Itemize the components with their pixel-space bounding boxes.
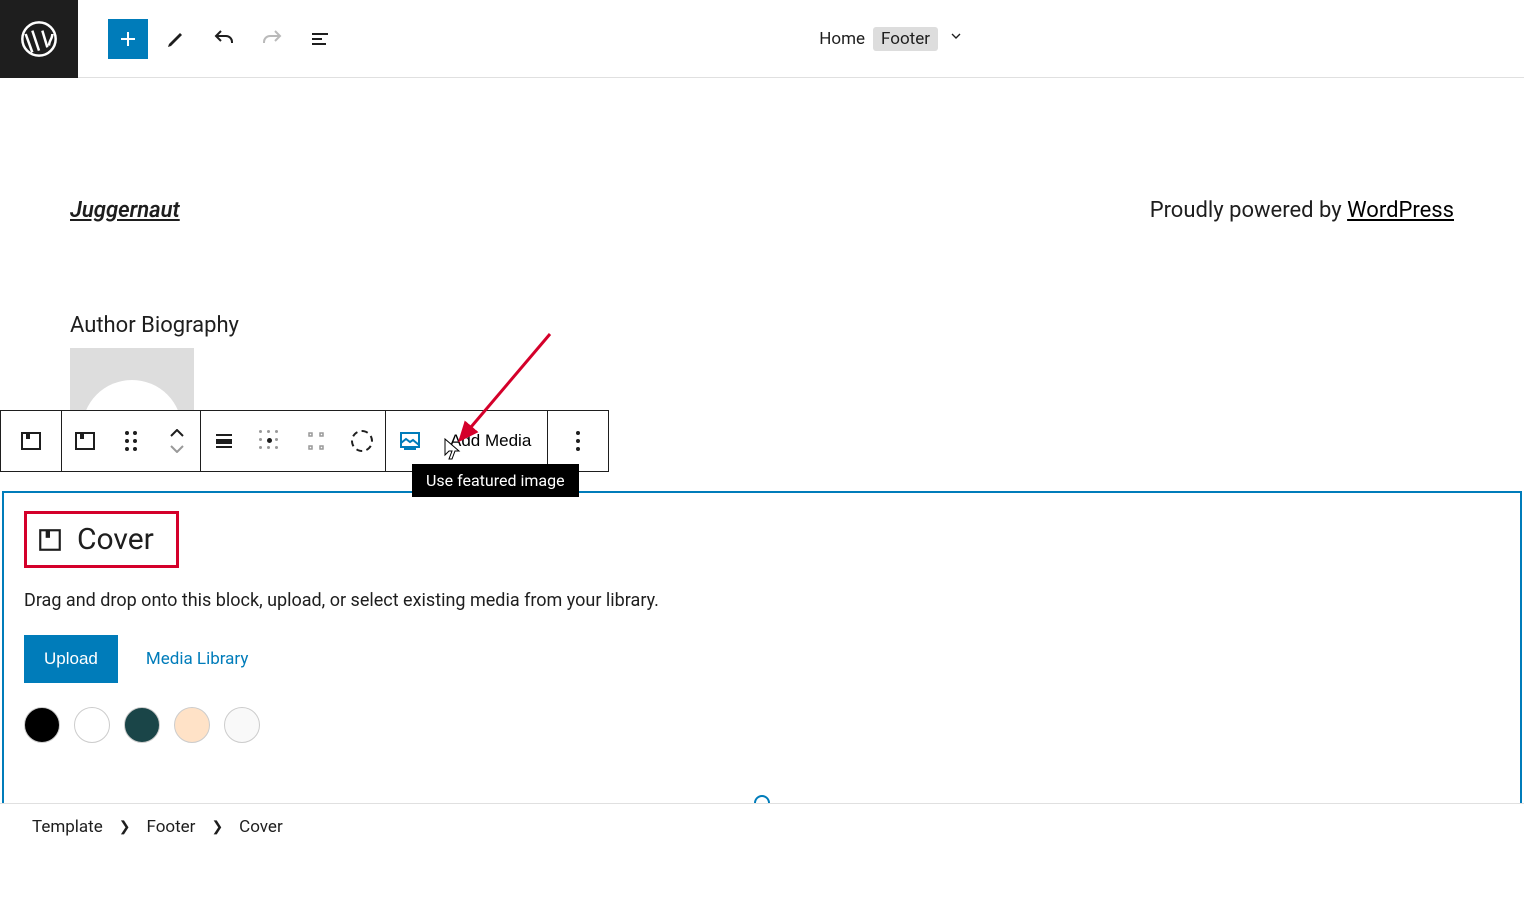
- pencil-icon: [164, 27, 188, 51]
- template-part-badge[interactable]: Footer: [873, 27, 938, 51]
- powered-by-text: Proudly powered by WordPress: [1150, 198, 1454, 223]
- cover-block-placeholder[interactable]: Cover Drag and drop onto this block, upl…: [2, 491, 1522, 803]
- move-arrows-icon: [170, 429, 184, 453]
- breadcrumb-bar: Template ❯ Footer ❯ Cover: [0, 803, 1524, 849]
- align-icon: [212, 429, 236, 453]
- breadcrumb-template[interactable]: Template: [32, 817, 103, 837]
- position-grid-icon: [259, 430, 281, 452]
- author-avatar-placeholder[interactable]: [70, 348, 194, 414]
- redo-icon: [260, 27, 284, 51]
- cover-block-header: Cover: [24, 511, 179, 568]
- drag-icon: [125, 431, 138, 452]
- color-swatch-light[interactable]: [224, 707, 260, 743]
- wordpress-link[interactable]: WordPress: [1347, 198, 1454, 223]
- home-label[interactable]: Home: [819, 29, 865, 49]
- more-options-button[interactable]: [548, 411, 608, 471]
- site-title-link[interactable]: Juggernaut: [70, 198, 180, 223]
- breadcrumb-cover[interactable]: Cover: [239, 817, 283, 837]
- move-up-down-button[interactable]: [154, 411, 200, 471]
- cover-icon: [73, 429, 97, 453]
- use-featured-image-button[interactable]: [386, 411, 434, 471]
- block-toolbar: Add Media: [0, 410, 609, 472]
- toolbar-right: Home Footer: [819, 27, 1524, 51]
- color-swatch-white[interactable]: [74, 707, 110, 743]
- list-view-button[interactable]: [300, 19, 340, 59]
- wordpress-icon: [19, 19, 59, 59]
- color-swatches: [24, 707, 1500, 743]
- full-height-icon: [304, 429, 328, 453]
- top-toolbar: Home Footer: [0, 0, 1524, 78]
- list-view-icon: [308, 27, 332, 51]
- cover-block-description: Drag and drop onto this block, upload, o…: [24, 590, 1500, 611]
- breadcrumb-separator: ❯: [211, 819, 223, 835]
- undo-button[interactable]: [204, 19, 244, 59]
- featured-image-icon: [398, 429, 422, 453]
- undo-icon: [212, 27, 236, 51]
- color-swatch-black[interactable]: [24, 707, 60, 743]
- redo-button[interactable]: [252, 19, 292, 59]
- wordpress-logo[interactable]: [0, 0, 78, 78]
- chevron-down-icon[interactable]: [948, 28, 964, 49]
- duotone-button[interactable]: [339, 411, 385, 471]
- block-type-button[interactable]: [62, 411, 108, 471]
- breadcrumb-footer[interactable]: Footer: [146, 817, 195, 837]
- upload-button[interactable]: Upload: [24, 635, 118, 683]
- breadcrumb-separator: ❯: [119, 819, 131, 835]
- color-swatch-peach[interactable]: [174, 707, 210, 743]
- full-height-button[interactable]: [293, 411, 339, 471]
- edit-mode-button[interactable]: [156, 19, 196, 59]
- cover-block-title: Cover: [77, 522, 154, 557]
- align-button[interactable]: [201, 411, 247, 471]
- cover-icon: [37, 527, 63, 553]
- author-biography-heading[interactable]: Author Biography: [0, 313, 1524, 338]
- avatar-circle: [82, 380, 182, 414]
- toolbar-left: [78, 19, 340, 59]
- footer-row: Juggernaut Proudly powered by WordPress: [0, 198, 1524, 223]
- media-library-link[interactable]: Media Library: [146, 649, 249, 669]
- drag-handle[interactable]: [108, 411, 154, 471]
- content-position-button[interactable]: [247, 411, 293, 471]
- tooltip: Use featured image: [412, 464, 579, 497]
- resize-handle[interactable]: [754, 795, 770, 803]
- add-media-button[interactable]: Add Media: [434, 411, 547, 471]
- more-vertical-icon: [576, 431, 580, 451]
- parent-cover-icon: [19, 429, 43, 453]
- color-swatch-teal[interactable]: [124, 707, 160, 743]
- plus-icon: [116, 27, 140, 51]
- add-block-button[interactable]: [108, 19, 148, 59]
- parent-block-button[interactable]: [1, 411, 61, 471]
- duotone-icon: [351, 430, 373, 452]
- cover-block-actions: Upload Media Library: [24, 635, 1500, 683]
